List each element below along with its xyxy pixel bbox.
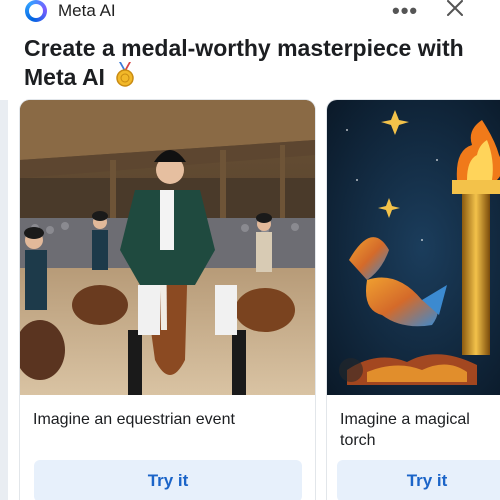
card-caption: Imagine an equestrian event <box>33 411 235 428</box>
card-caption: Imagine a magical torch <box>340 411 470 449</box>
meta-ai-ring-icon <box>25 0 47 22</box>
try-it-button[interactable]: Try it <box>34 460 302 500</box>
heading-text: Create a medal-worthy masterpiece with M… <box>24 35 464 90</box>
magic-wand-icon[interactable] <box>339 358 363 382</box>
prompt-card-equestrian[interactable]: Imagine an equestrian event Try it <box>20 100 315 500</box>
card-image-equestrian <box>20 100 315 395</box>
top-bar: Meta AI ••• <box>0 0 500 30</box>
close-icon[interactable] <box>443 0 467 20</box>
prompt-card-magical-torch[interactable]: Imagine a magical torch Try it <box>327 100 500 500</box>
try-it-button[interactable]: Try it <box>337 460 500 500</box>
more-options-icon[interactable]: ••• <box>392 0 418 24</box>
page-heading: Create a medal-worthy masterpiece with M… <box>24 35 484 91</box>
card-image-magical-torch <box>327 100 500 395</box>
medal-icon <box>116 62 135 87</box>
app-name: Meta AI <box>58 1 116 20</box>
previous-card-edge <box>0 100 8 500</box>
